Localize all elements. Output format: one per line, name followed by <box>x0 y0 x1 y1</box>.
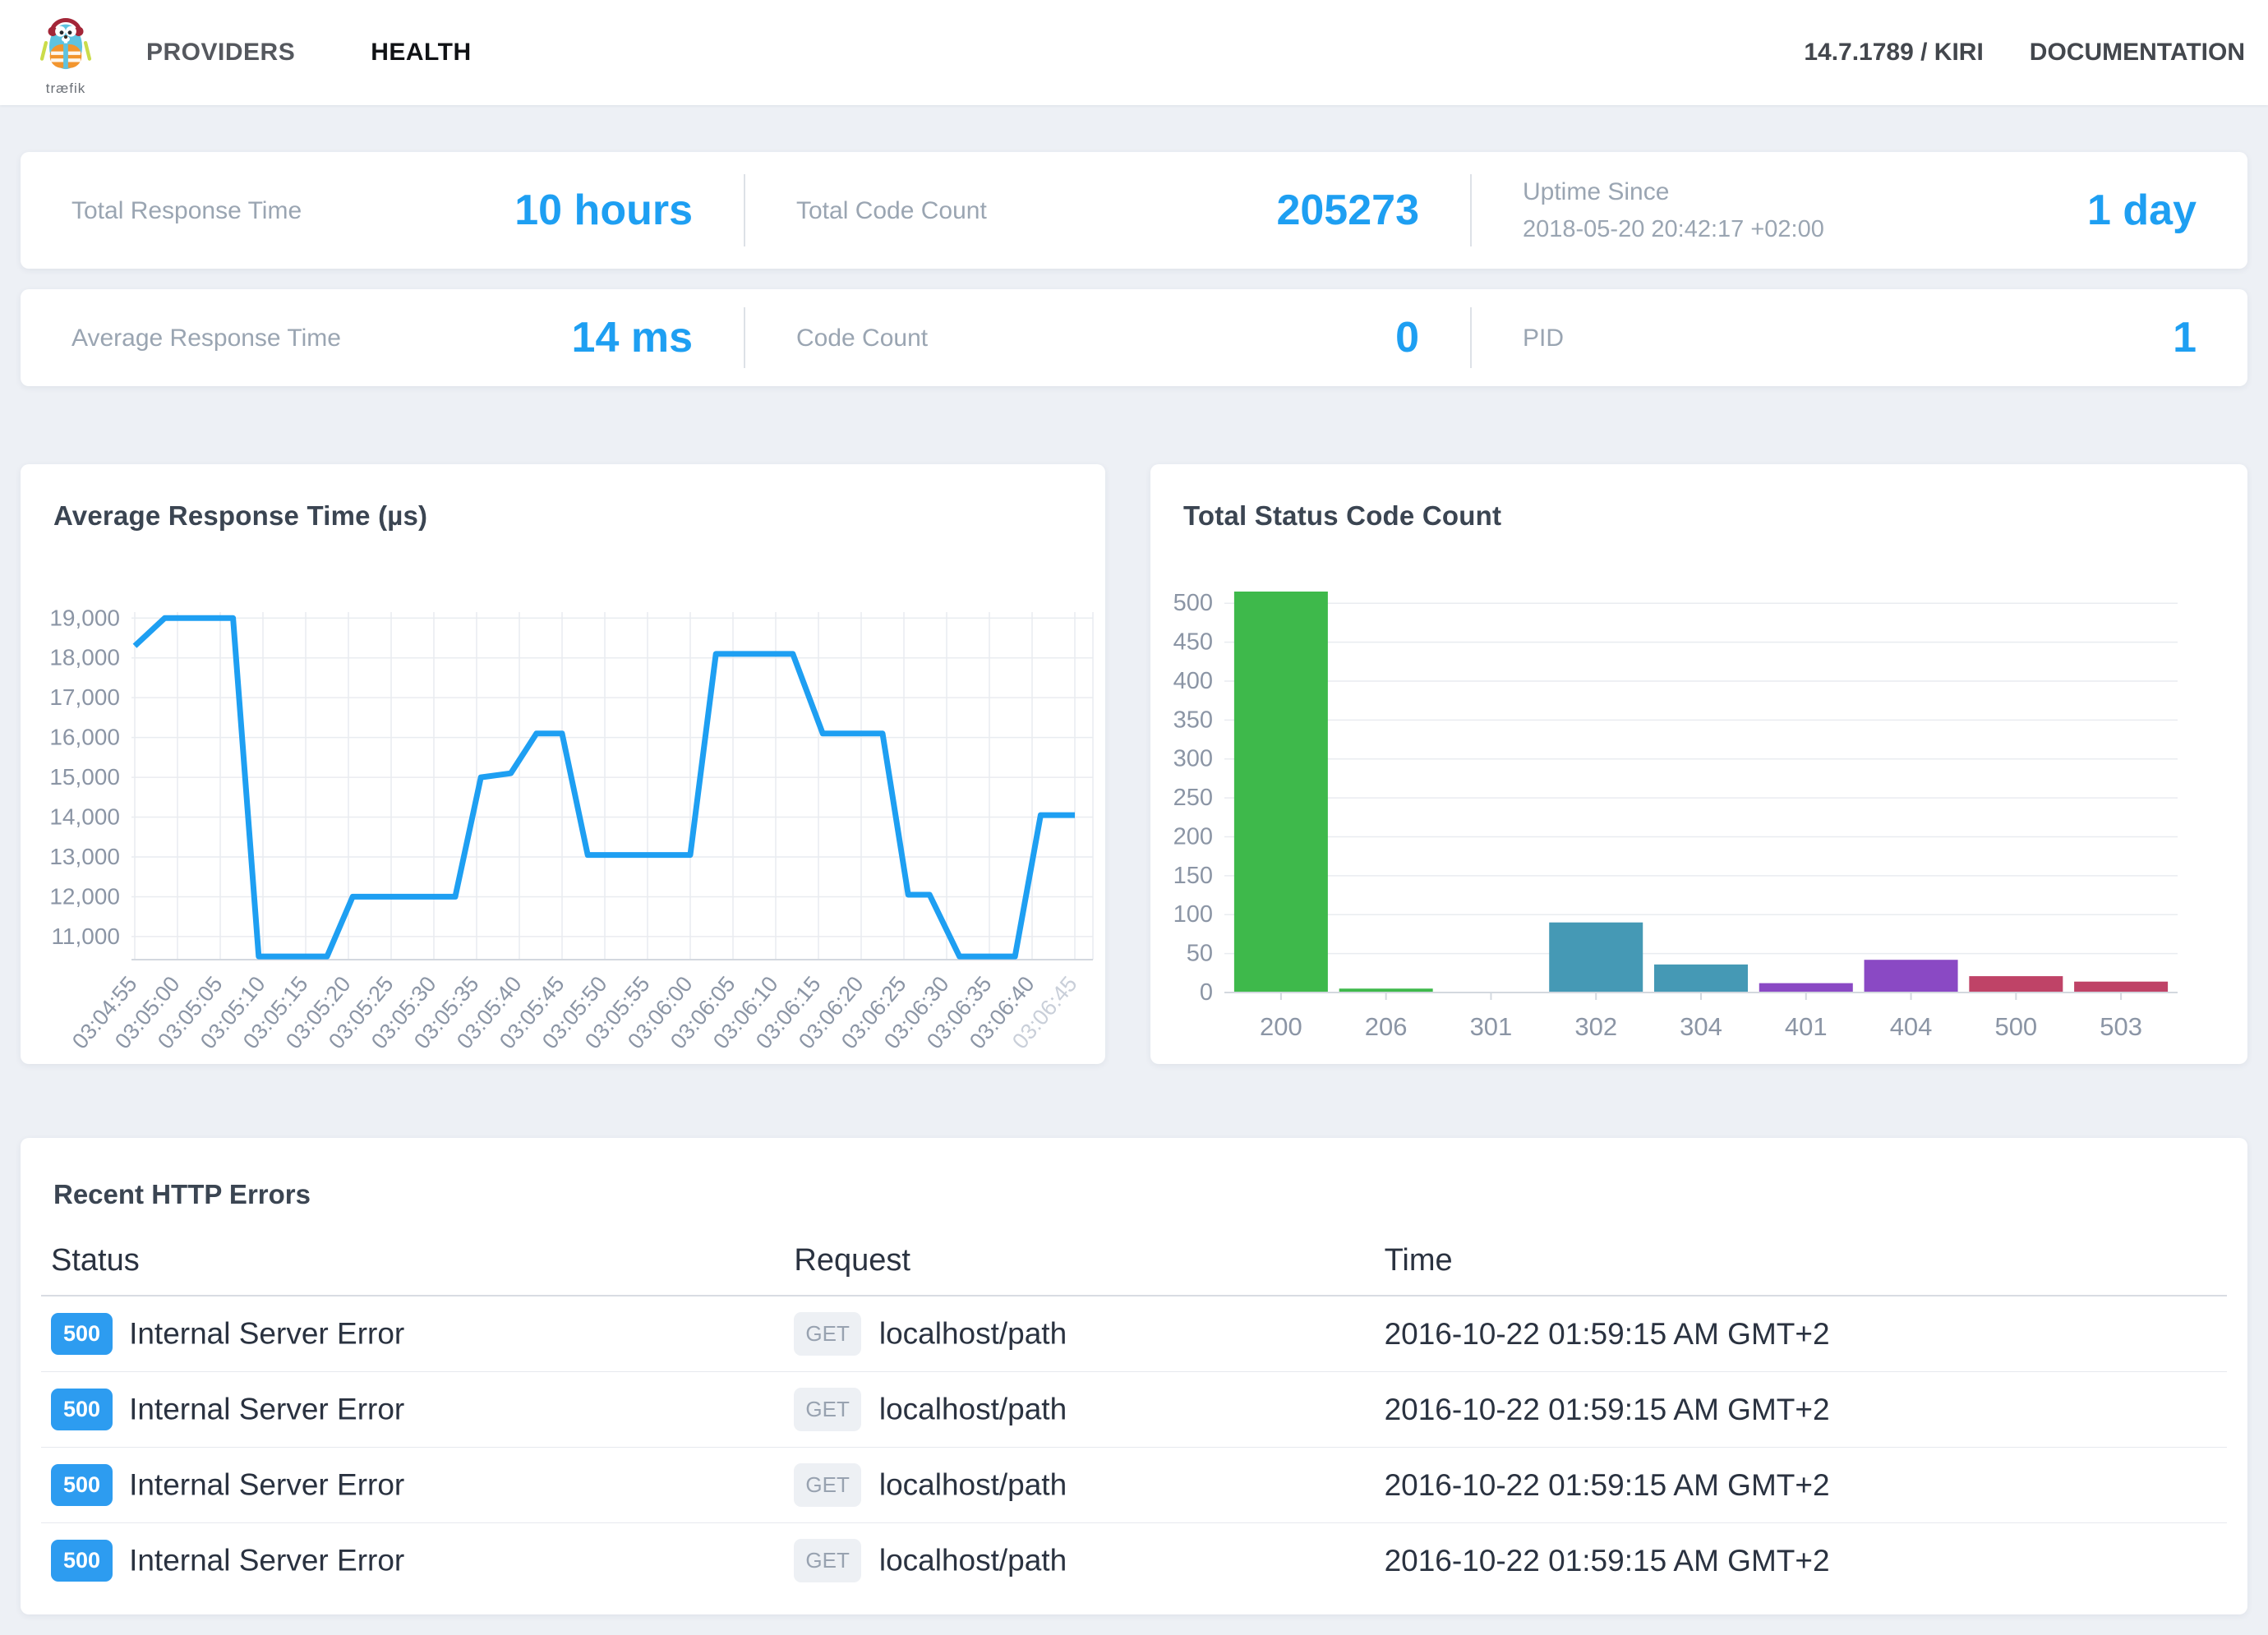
error-row: 500 Internal Server Error GET localhost/pat… <box>41 1296 2227 1372</box>
stat-pid: PID 1 <box>1472 289 2247 386</box>
stat-value: 1 day <box>2087 186 2197 235</box>
svg-text:400: 400 <box>1173 668 1213 694</box>
stat-card-row-2: Average Response Time 14 ms Code Count 0… <box>21 289 2247 386</box>
main-nav: PROVIDERS HEALTH <box>146 39 472 67</box>
svg-text:200: 200 <box>1173 823 1213 850</box>
status-text: Internal Server Error <box>129 1317 404 1351</box>
status-code-badge: 500 <box>51 1540 113 1582</box>
stat-uptime-since: Uptime Since 2018-05-20 20:42:17 +02:00 … <box>1472 152 2247 269</box>
logo-wordmark: træfik <box>46 81 86 97</box>
request-path: localhost/path <box>879 1317 1067 1351</box>
svg-text:401: 401 <box>1785 1012 1828 1041</box>
stat-value: 10 hours <box>514 186 693 235</box>
error-time: 2016-10-22 01:59:15 AM GMT+2 <box>1375 1372 2227 1448</box>
http-method-badge: GET <box>794 1312 860 1356</box>
stat-value: 1 <box>2173 313 2197 362</box>
svg-text:18,000: 18,000 <box>49 645 120 670</box>
http-errors-table: Status Request Time 500 Internal Server E… <box>41 1238 2227 1598</box>
error-time: 2016-10-22 01:59:15 AM GMT+2 <box>1375 1448 2227 1523</box>
error-time: 2016-10-22 01:59:15 AM GMT+2 <box>1375 1296 2227 1372</box>
stat-average-response-time: Average Response Time 14 ms <box>21 289 744 386</box>
status-text: Internal Server Error <box>129 1393 404 1426</box>
svg-text:500: 500 <box>1994 1012 2037 1041</box>
version-label: 14.7.1789 / KIRI <box>1804 39 1983 67</box>
svg-text:404: 404 <box>1890 1012 1933 1041</box>
stat-label: Total Code Count <box>796 192 987 229</box>
error-time: 2016-10-22 01:59:15 AM GMT+2 <box>1375 1523 2227 1599</box>
svg-text:301: 301 <box>1470 1012 1513 1041</box>
recent-http-errors-card: Recent HTTP Errors Status Request Time 5… <box>21 1138 2247 1614</box>
svg-text:350: 350 <box>1173 707 1213 733</box>
svg-text:206: 206 <box>1365 1012 1408 1041</box>
column-header-time: Time <box>1375 1238 2227 1296</box>
error-row: 500 Internal Server Error GET localhost/pat… <box>41 1448 2227 1523</box>
svg-text:14,000: 14,000 <box>49 804 120 830</box>
http-method-badge: GET <box>794 1463 860 1507</box>
stat-label: Total Response Time <box>71 192 302 229</box>
svg-text:12,000: 12,000 <box>49 883 120 909</box>
svg-text:304: 304 <box>1680 1012 1722 1041</box>
table-header-row: Status Request Time <box>41 1238 2227 1296</box>
svg-text:50: 50 <box>1187 941 1213 967</box>
chart-title: Average Response Time (µs) <box>53 500 427 532</box>
stat-value: 205273 <box>1276 186 1419 235</box>
stat-card-row-1: Total Response Time 10 hours Total Code … <box>21 152 2247 269</box>
svg-text:16,000: 16,000 <box>49 725 120 750</box>
svg-text:302: 302 <box>1574 1012 1617 1041</box>
errors-table-title: Recent HTTP Errors <box>41 1138 2227 1238</box>
svg-text:500: 500 <box>1173 590 1213 616</box>
svg-text:11,000: 11,000 <box>51 923 120 949</box>
svg-text:503: 503 <box>2100 1012 2142 1041</box>
status-code-badge: 500 <box>51 1464 113 1506</box>
svg-text:450: 450 <box>1173 629 1213 656</box>
status-text: Internal Server Error <box>129 1544 404 1577</box>
svg-text:300: 300 <box>1173 746 1213 772</box>
avg-response-time-chart-card: 11,000 12,000 13,000 14,000 15,000 16,000 17,0… <box>21 464 1105 1064</box>
traefik-logo[interactable]: træfik <box>23 9 108 97</box>
status-code-badge: 500 <box>51 1389 113 1430</box>
svg-text:150: 150 <box>1173 863 1213 889</box>
svg-text:17,000: 17,000 <box>49 684 120 710</box>
stat-label: PID <box>1523 320 1564 357</box>
stat-code-count: Code Count 0 <box>745 289 1470 386</box>
stat-label: Uptime Since 2018-05-20 20:42:17 +02:00 <box>1523 173 1824 248</box>
http-method-badge: GET <box>794 1539 860 1582</box>
column-header-status: Status <box>41 1238 784 1296</box>
uptime-timestamp: 2018-05-20 20:42:17 +02:00 <box>1523 216 1824 242</box>
traefik-gopher-icon <box>30 9 101 84</box>
error-row: 500 Internal Server Error GET localhost/pat… <box>41 1523 2227 1599</box>
stat-total-code-count: Total Code Count 205273 <box>745 152 1470 269</box>
svg-text:19,000: 19,000 <box>49 605 120 630</box>
svg-text:250: 250 <box>1173 785 1213 811</box>
stat-label: Average Response Time <box>71 320 341 357</box>
nav-item-health[interactable]: HEALTH <box>371 39 471 67</box>
svg-text:100: 100 <box>1173 901 1213 928</box>
svg-text:200: 200 <box>1260 1012 1302 1041</box>
request-path: localhost/path <box>879 1544 1067 1577</box>
error-row: 500 Internal Server Error GET localhost/pat… <box>41 1372 2227 1448</box>
column-header-request: Request <box>784 1238 1374 1296</box>
stat-label: Code Count <box>796 320 928 357</box>
status-code-badge: 500 <box>51 1313 113 1355</box>
svg-text:0: 0 <box>1200 979 1213 1006</box>
nav-item-providers[interactable]: PROVIDERS <box>146 39 295 67</box>
stat-value: 14 ms <box>572 313 693 362</box>
request-path: localhost/path <box>879 1393 1067 1426</box>
top-navigation-bar: træfik PROVIDERS HEALTH 14.7.1789 / KIRI… <box>0 0 2268 105</box>
status-text: Internal Server Error <box>129 1468 404 1502</box>
stat-total-response-time: Total Response Time 10 hours <box>21 152 744 269</box>
chart-title: Total Status Code Count <box>1183 500 1501 532</box>
stat-value: 0 <box>1395 313 1419 362</box>
documentation-link[interactable]: DOCUMENTATION <box>2030 39 2245 67</box>
svg-text:15,000: 15,000 <box>49 764 120 790</box>
status-code-chart-card: 0 50 100 150 200 250 300 350 400 450 500 200 206 301 3… <box>1150 464 2247 1064</box>
request-path: localhost/path <box>879 1468 1067 1502</box>
svg-text:13,000: 13,000 <box>49 844 120 869</box>
http-method-badge: GET <box>794 1388 860 1431</box>
